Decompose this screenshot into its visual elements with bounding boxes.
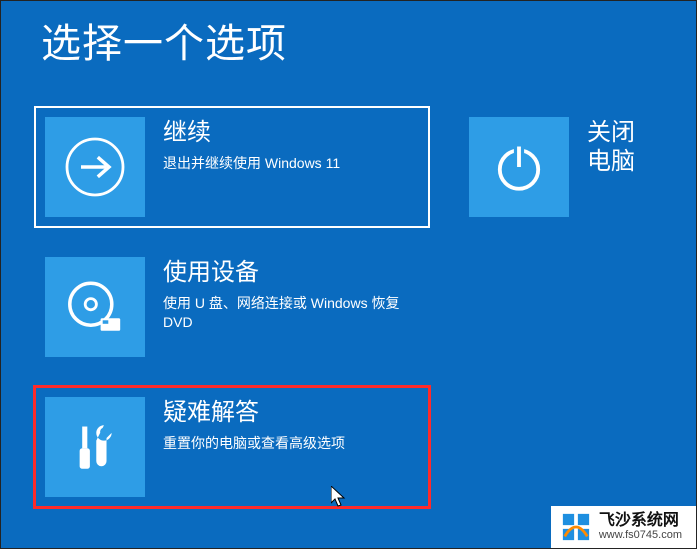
continue-tile[interactable]: 继续 退出并继续使用 Windows 11 <box>35 107 429 227</box>
tile-row: 继续 退出并继续使用 Windows 11 关闭电脑 <box>35 107 659 227</box>
watermark: 飞沙系统网 www.fs0745.com <box>551 506 696 548</box>
continue-tile-desc: 退出并继续使用 Windows 11 <box>163 154 340 173</box>
shutdown-tile-title: 关闭电脑 <box>587 119 649 177</box>
cursor-icon <box>331 486 347 508</box>
shutdown-tile[interactable]: 关闭电脑 <box>459 107 659 227</box>
watermark-logo-icon <box>561 512 591 542</box>
troubleshoot-tile-text: 疑难解答 重置你的电脑或查看高级选项 <box>163 387 355 453</box>
shutdown-tile-text: 关闭电脑 <box>587 107 659 183</box>
tools-icon <box>45 397 145 497</box>
use-device-tile-title: 使用设备 <box>163 259 419 288</box>
use-device-tile-desc: 使用 U 盘、网络连接或 Windows 恢复 DVD <box>163 294 419 332</box>
troubleshoot-tile[interactable]: 疑难解答 重置你的电脑或查看高级选项 <box>35 387 429 507</box>
troubleshoot-tile-desc: 重置你的电脑或查看高级选项 <box>163 434 345 453</box>
tile-row: 疑难解答 重置你的电脑或查看高级选项 <box>35 387 659 507</box>
continue-tile-title: 继续 <box>163 119 340 148</box>
troubleshoot-tile-title: 疑难解答 <box>163 399 345 428</box>
use-device-tile[interactable]: 使用设备 使用 U 盘、网络连接或 Windows 恢复 DVD <box>35 247 429 367</box>
disc-icon <box>45 257 145 357</box>
watermark-text: 飞沙系统网 www.fs0745.com <box>599 513 682 541</box>
tile-row: 使用设备 使用 U 盘、网络连接或 Windows 恢复 DVD <box>35 247 659 367</box>
page-title: 选择一个选项 <box>41 11 287 69</box>
use-device-tile-text: 使用设备 使用 U 盘、网络连接或 Windows 恢复 DVD <box>163 247 429 332</box>
recovery-screen: 选择一个选项 继续 退出并继续使用 Windows 11 <box>0 0 697 549</box>
watermark-url: www.fs0745.com <box>599 530 682 542</box>
power-icon <box>469 117 569 217</box>
arrow-right-icon <box>45 117 145 217</box>
watermark-name: 飞沙系统网 <box>599 513 682 530</box>
continue-tile-text: 继续 退出并继续使用 Windows 11 <box>163 107 350 173</box>
tile-grid: 继续 退出并继续使用 Windows 11 关闭电脑 <box>35 107 659 527</box>
